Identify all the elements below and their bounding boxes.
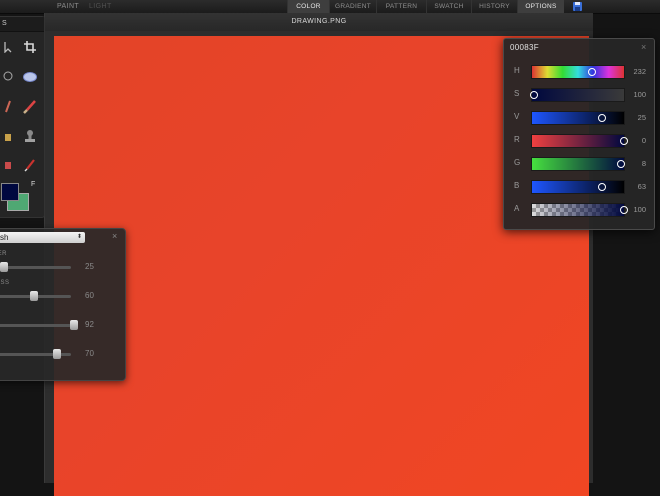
eraser-icon[interactable]: [0, 155, 19, 175]
hardness-label: INESS: [0, 280, 10, 286]
channel-s-value[interactable]: 100: [624, 90, 646, 99]
channel-v-label: V: [514, 112, 520, 121]
channel-r-label: R: [514, 135, 520, 144]
channel-b-handle[interactable]: [597, 183, 606, 191]
channel-b-value[interactable]: 63: [624, 182, 646, 191]
channel-h-label: H: [514, 66, 520, 75]
channel-h-slider[interactable]: [531, 65, 625, 79]
opacity-value: 70: [85, 349, 94, 358]
diameter-slider-handle[interactable]: [0, 262, 8, 272]
close-icon[interactable]: ×: [641, 42, 646, 52]
channel-r-slider[interactable]: [531, 134, 628, 148]
channel-g-value[interactable]: 8: [624, 159, 646, 168]
channel-h-handle[interactable]: [588, 68, 597, 76]
crop-icon[interactable]: [19, 37, 41, 57]
channel-b-label: B: [514, 181, 520, 190]
channel-a-value[interactable]: 100: [624, 205, 646, 214]
floppy-disk-icon[interactable]: [570, 0, 584, 13]
hardness-slider[interactable]: [0, 291, 71, 301]
opacity-slider[interactable]: [0, 349, 71, 359]
tab-swatch[interactable]: SWATCH: [426, 0, 471, 13]
channel-a-label: A: [514, 204, 520, 213]
select-tool-icon[interactable]: [0, 37, 19, 57]
tools-panel: S F: [0, 16, 45, 218]
flow-slider-handle[interactable]: [69, 320, 78, 330]
select-arrows-icon: ⬍: [76, 234, 82, 240]
tools-panel-title: S: [0, 17, 44, 32]
tab-gradient[interactable]: GRADIENT: [329, 0, 376, 13]
hardness-value: 60: [85, 291, 94, 300]
channel-s-slider[interactable]: [530, 88, 625, 102]
eyedropper-icon[interactable]: [19, 155, 41, 175]
channel-b-slider[interactable]: [531, 180, 625, 194]
foreground-color-swatch[interactable]: [1, 183, 19, 201]
tab-color[interactable]: COLOR: [287, 0, 329, 13]
brush-icon[interactable]: [19, 97, 41, 117]
channel-g-slider[interactable]: [531, 157, 626, 171]
channel-v-handle[interactable]: [597, 114, 606, 122]
hardness-slider-handle[interactable]: [30, 291, 39, 301]
diameter-slider[interactable]: [0, 262, 71, 272]
channel-g-label: G: [514, 158, 521, 167]
channel-v-slider[interactable]: [531, 111, 625, 125]
swatch-label: F: [31, 181, 36, 188]
opacity-slider-handle[interactable]: [53, 349, 62, 359]
tab-history[interactable]: HISTORY: [471, 0, 517, 13]
channel-s-label: S: [514, 89, 520, 98]
ellipse-icon[interactable]: [19, 67, 41, 87]
channel-s-handle[interactable]: [530, 91, 538, 99]
menu-paint[interactable]: PAINT: [57, 0, 79, 13]
lasso-icon[interactable]: [0, 67, 19, 87]
channel-a-slider[interactable]: [531, 203, 628, 217]
color-picker-panel: 00083F × H 232 S 100 V 25 R 0 G 8 B 63 A 100: [503, 38, 655, 230]
brush-type-select[interactable]: sh ⬍: [0, 232, 85, 243]
close-icon[interactable]: ×: [112, 231, 117, 241]
channel-r-value[interactable]: 0: [624, 136, 646, 145]
flow-slider[interactable]: [0, 320, 78, 330]
channel-h-value[interactable]: 232: [624, 67, 646, 76]
top-menu-bar: PAINT LIGHT COLOR GRADIENT PATTERN SWATC…: [0, 0, 660, 14]
flow-value: 92: [85, 320, 94, 329]
tab-options[interactable]: OPTIONS: [517, 0, 564, 13]
stamp-icon[interactable]: [19, 127, 41, 147]
menu-light[interactable]: LIGHT: [89, 0, 112, 13]
bucket-icon[interactable]: [0, 127, 19, 147]
tab-pattern[interactable]: PATTERN: [376, 0, 426, 13]
diameter-value: 25: [85, 262, 94, 271]
pencil-icon[interactable]: [0, 97, 19, 117]
hex-color-value[interactable]: 00083F: [510, 43, 539, 52]
diameter-label: ETER: [0, 251, 8, 257]
channel-v-value[interactable]: 25: [624, 113, 646, 122]
brush-type-value: sh: [0, 233, 9, 242]
brush-settings-panel: sh ⬍ × ETER25INESS6092ITY70: [0, 228, 126, 381]
document-title: DRAWING.PNG: [45, 13, 593, 31]
